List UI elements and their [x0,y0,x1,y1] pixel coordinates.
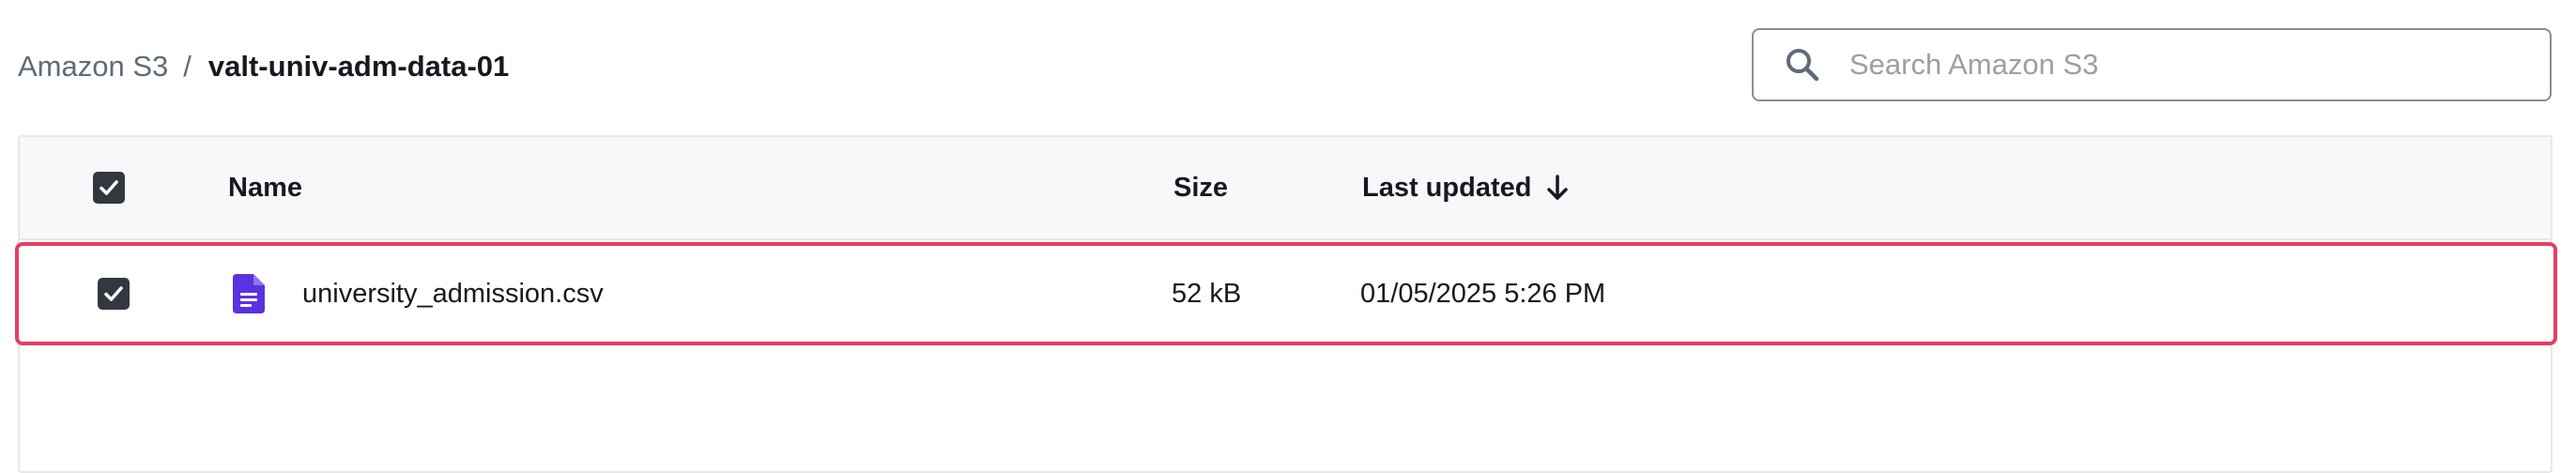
file-document-icon [233,274,265,313]
file-last-updated: 01/05/2025 5:26 PM [1360,278,1606,309]
sort-descending-icon[interactable] [1544,174,1572,202]
column-header-size[interactable]: Size [1173,137,1228,238]
column-header-name[interactable]: Name [228,137,302,238]
file-name-link[interactable]: university_admission.csv [302,246,604,342]
breadcrumb: Amazon S3 / valt-univ-adm-data-01 [18,43,509,90]
search-box[interactable] [1752,28,2552,101]
row-select-checkbox[interactable] [98,278,130,310]
column-header-name-label: Name [228,172,302,203]
column-header-last-updated-label: Last updated [1362,172,1532,203]
table-row[interactable]: university_admission.csv 52 kB 01/05/202… [18,246,2553,342]
file-size: 52 kB [1172,278,1242,309]
search-icon [1782,44,1823,85]
table-header: Name Size Last updated [20,137,2551,240]
column-header-size-label: Size [1173,172,1229,203]
checkmark-icon [100,180,118,195]
select-all-checkbox[interactable] [93,172,125,204]
search-input[interactable] [1849,37,2507,93]
column-header-last-updated[interactable]: Last updated [1362,137,1572,238]
breadcrumb-root-link[interactable]: Amazon S3 [18,50,168,84]
breadcrumb-separator: / [183,50,192,83]
breadcrumb-current-bucket: valt-univ-adm-data-01 [207,50,510,83]
checkmark-icon [104,286,123,301]
